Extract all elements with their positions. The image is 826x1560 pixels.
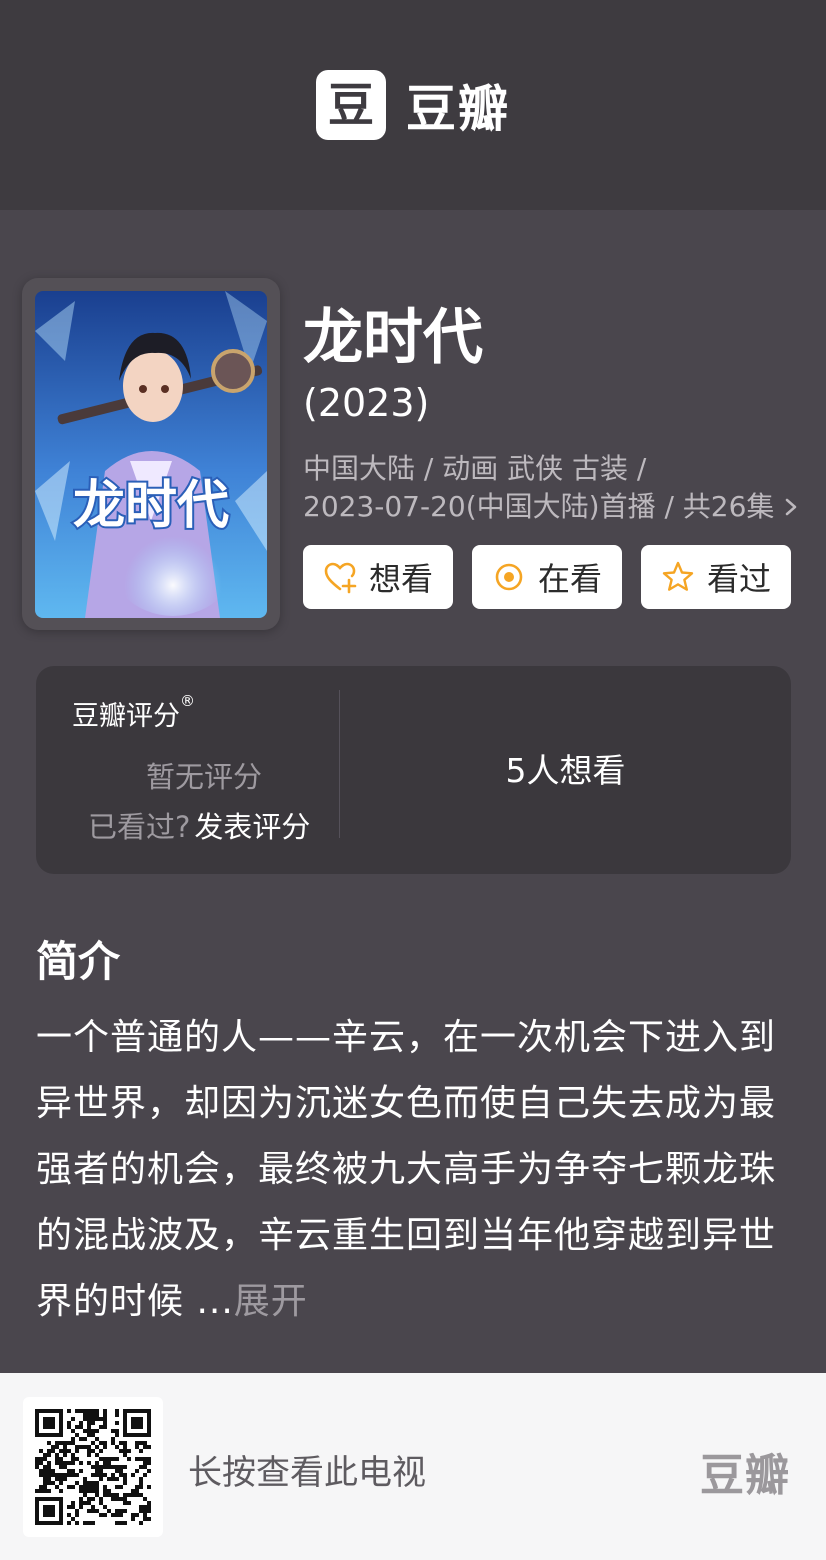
meta-line-2: 2023-07-20(中国大陆)首播 / 共26集	[303, 488, 803, 526]
app-header: 豆 豆瓣	[0, 0, 826, 210]
target-icon	[495, 563, 523, 591]
show-year: (2023)	[303, 381, 430, 425]
heart-plus-icon	[324, 562, 357, 594]
rate-prompt: 已看过? 发表评分	[88, 804, 310, 846]
qr-code[interactable]	[23, 1397, 163, 1537]
registered-mark: ®	[180, 692, 195, 710]
meta-line-1: 中国大陆 / 动画 武侠 古装 /	[303, 450, 803, 488]
rating-card: 豆瓣评分® 暂无评分 已看过? 发表评分 5人想看	[36, 666, 791, 874]
poster-frame: 龙时代	[22, 278, 280, 630]
show-title: 龙时代	[303, 303, 483, 373]
footer-brand-logo: 豆瓣	[700, 1450, 790, 1501]
logo-glyph: 豆	[328, 78, 374, 132]
want-to-watch-label: 想看	[368, 560, 433, 598]
meta-line-2-text: 2023-07-20(中国大陆)首播 / 共26集	[303, 490, 775, 523]
rating-title-text: 豆瓣评分	[72, 701, 180, 732]
want-to-watch-button[interactable]: 想看	[303, 545, 453, 609]
watched-button[interactable]: 看过	[641, 545, 791, 609]
intro-text: 一个普通的人——辛云，在一次机会下进入到异世界，却因为沉迷女色而使自己失去成为最…	[36, 1005, 776, 1335]
poster-image[interactable]: 龙时代	[35, 291, 267, 618]
rating-title: 豆瓣评分®	[72, 692, 195, 733]
rate-link[interactable]: 发表评分	[194, 810, 310, 844]
action-buttons: 想看 在看 看过	[303, 545, 791, 609]
chevron-right-icon	[786, 498, 797, 516]
watched-label: 看过	[706, 560, 771, 598]
share-footer: 长按查看此电视 豆瓣	[0, 1373, 826, 1560]
watching-button[interactable]: 在看	[472, 545, 622, 609]
intro-body: 一个普通的人——辛云，在一次机会下进入到异世界，却因为沉迷女色而使自己失去成为最…	[36, 1017, 777, 1322]
wish-count: 5人想看	[505, 751, 626, 790]
expand-link[interactable]: 展开	[234, 1281, 308, 1322]
no-rating-text: 暂无评分	[146, 760, 263, 794]
meta-line-1-text: 中国大陆 / 动画 武侠 古装 /	[303, 452, 647, 485]
page: 豆 豆瓣 龙时代 龙时代 (2023) 中国大陆 / 动画 武侠 古装 / 20…	[0, 0, 826, 1560]
qr-code-icon	[35, 1409, 151, 1525]
show-meta[interactable]: 中国大陆 / 动画 武侠 古装 / 2023-07-20(中国大陆)首播 / 共…	[303, 450, 803, 526]
poster-title-text: 龙时代	[73, 476, 229, 536]
douban-logo-icon: 豆	[316, 70, 386, 140]
watched-prompt: 已看过?	[88, 810, 191, 844]
star-outline-icon	[662, 561, 694, 591]
douban-brand[interactable]: 豆 豆瓣	[316, 69, 510, 141]
watching-label: 在看	[537, 560, 602, 598]
brand-name: 豆瓣	[406, 80, 510, 138]
footer-prompt: 长按查看此电视	[188, 1453, 426, 1493]
intro-heading: 简介	[36, 937, 121, 986]
